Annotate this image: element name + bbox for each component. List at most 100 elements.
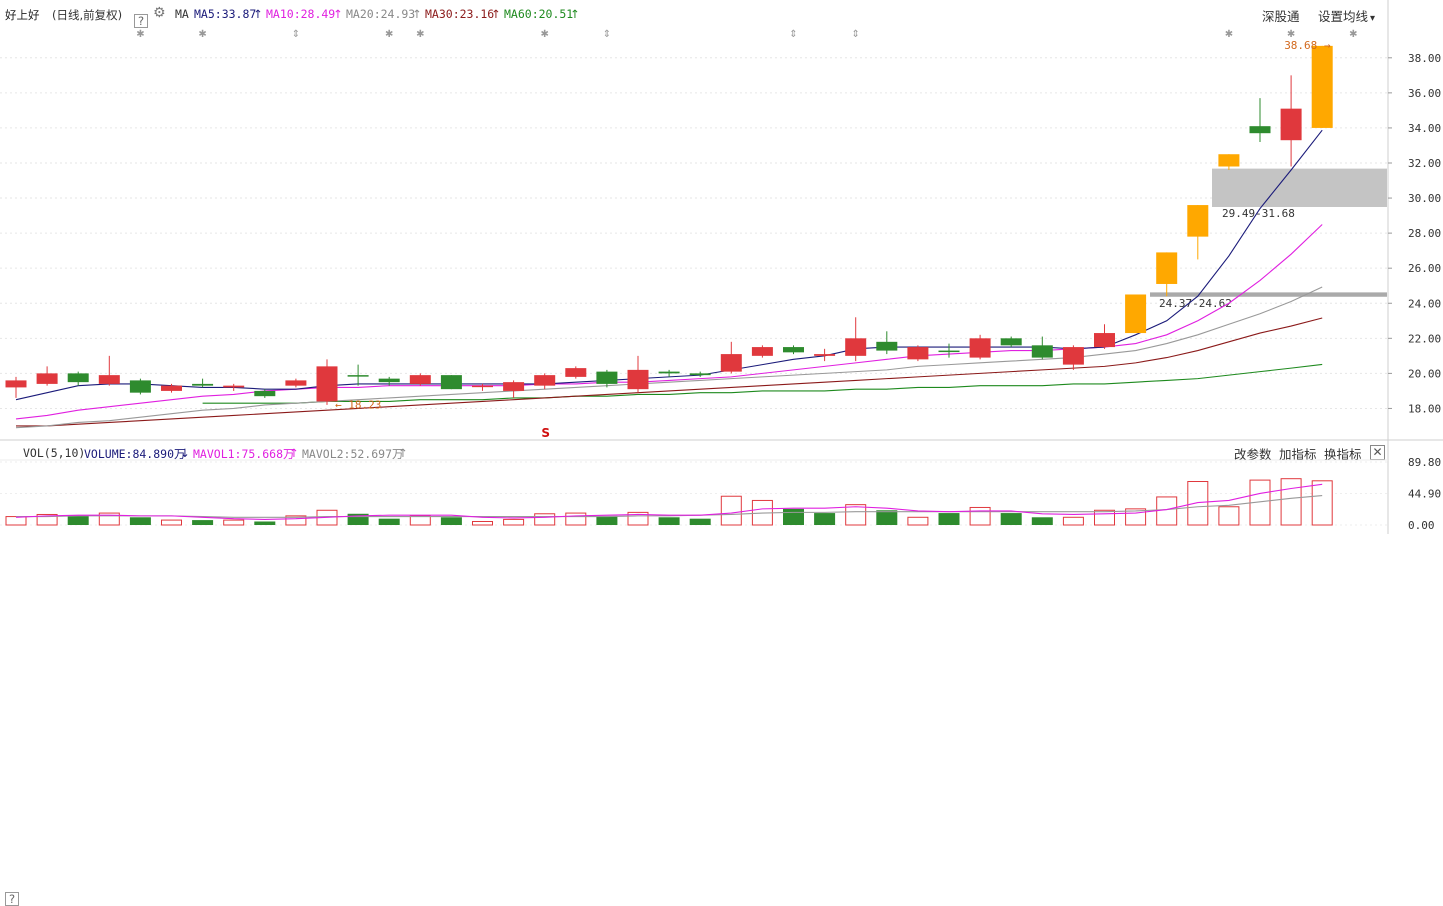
event-marker: ✱ bbox=[136, 29, 144, 40]
volume-bar bbox=[1062, 516, 1084, 526]
volume-bar bbox=[254, 521, 276, 525]
volume-bar bbox=[223, 519, 245, 526]
event-marker: ⇕ bbox=[292, 29, 300, 40]
price-tick-label: 32.00 bbox=[1408, 157, 1441, 170]
candle-body bbox=[409, 375, 431, 384]
volume-bar bbox=[98, 512, 120, 526]
ma10-up-icon: ↑ bbox=[333, 7, 343, 21]
mavol1-up-icon: ↑ bbox=[289, 446, 299, 460]
candle-body bbox=[876, 341, 898, 351]
candle-body bbox=[440, 375, 462, 390]
event-marker: ⇕ bbox=[603, 29, 611, 40]
candle-body bbox=[378, 378, 400, 383]
vol-label: VOL(5,10) bbox=[23, 446, 86, 460]
volume-bar bbox=[938, 513, 960, 525]
volume-bar bbox=[440, 517, 462, 525]
event-marker: ⇕ bbox=[852, 29, 860, 40]
volume-bar bbox=[161, 519, 182, 526]
volume-bar bbox=[814, 513, 836, 525]
support-zone bbox=[1150, 292, 1387, 297]
ma10-line bbox=[15, 224, 1323, 420]
candle-body bbox=[814, 354, 836, 356]
price-legend-bar: 好上好 (日线,前复权) ? ⚙ MA MA5:33.87 ↑ MA10:28.… bbox=[5, 5, 580, 28]
event-marker: ✱ bbox=[1287, 29, 1295, 40]
volume-bar bbox=[689, 518, 711, 525]
candle-body bbox=[254, 390, 276, 397]
chevron-down-icon: ▾ bbox=[1370, 13, 1376, 24]
candle-body bbox=[316, 366, 338, 402]
price-tick-label: 38.00 bbox=[1408, 52, 1441, 65]
swap-indicator-button[interactable]: 换指标 bbox=[1324, 444, 1362, 463]
volume-bar bbox=[1280, 478, 1302, 526]
candle-body bbox=[658, 371, 680, 374]
close-icon[interactable]: ✕ bbox=[1370, 445, 1385, 460]
volume-bar bbox=[503, 518, 525, 526]
candle-body bbox=[472, 385, 493, 388]
volume-bar bbox=[658, 517, 680, 525]
event-marker: ✱ bbox=[416, 29, 424, 40]
chart-stage: 好上好 (日线,前复权) ? ⚙ MA MA5:33.87 ↑ MA10:28.… bbox=[0, 0, 1443, 906]
price-tick-label: 36.00 bbox=[1408, 87, 1441, 100]
volume-bar bbox=[36, 513, 58, 526]
ma10-value: MA10:28.49 bbox=[266, 7, 336, 21]
event-marker: ✱ bbox=[1349, 29, 1357, 40]
s-marker: S bbox=[541, 426, 550, 440]
volume-bar bbox=[1218, 506, 1240, 526]
volume-bar bbox=[783, 508, 804, 525]
ma5-up-icon: ↑ bbox=[253, 7, 263, 21]
volume-bar bbox=[1249, 479, 1271, 526]
high-price-label: 38.68 → bbox=[1284, 39, 1331, 52]
candle-body bbox=[1249, 126, 1271, 134]
volume-bar bbox=[1125, 508, 1147, 526]
zone-upper-label: 29.49-31.68 bbox=[1222, 207, 1295, 220]
mavol2-line bbox=[16, 494, 1323, 518]
volume-bar bbox=[5, 516, 27, 526]
candle-body bbox=[534, 375, 556, 386]
mavol2-value: MAVOL2:52.697万 bbox=[302, 447, 404, 461]
price-tick-label: 20.00 bbox=[1408, 367, 1441, 380]
candle-body bbox=[1187, 205, 1209, 237]
volume-bar bbox=[845, 504, 867, 526]
ma20-line bbox=[15, 286, 1323, 429]
volume-bar bbox=[627, 511, 649, 526]
gear-icon[interactable]: ⚙ bbox=[153, 5, 166, 21]
event-marker: ✱ bbox=[541, 29, 549, 40]
resistance-zone bbox=[1212, 168, 1387, 208]
change-param-button[interactable]: 改参数 bbox=[1234, 444, 1272, 463]
candle-body bbox=[5, 380, 27, 388]
candle-body bbox=[223, 385, 245, 388]
candle-body bbox=[1156, 252, 1178, 284]
candle-body bbox=[751, 347, 773, 356]
volume-tick-label: 89.80 bbox=[1408, 456, 1441, 469]
candle-body bbox=[969, 338, 991, 358]
price-tick-label: 18.00 bbox=[1408, 402, 1441, 415]
ma20-value: MA20:24.93 bbox=[346, 7, 416, 21]
candle-body bbox=[938, 350, 960, 353]
volume-bar bbox=[192, 520, 214, 525]
ma-label: MA bbox=[175, 7, 189, 21]
price-tick-label: 28.00 bbox=[1408, 227, 1441, 240]
volume-bar bbox=[1031, 517, 1053, 525]
event-marker: ✱ bbox=[385, 29, 393, 40]
shen-gu-tong-button[interactable]: 深股通 bbox=[1262, 6, 1300, 25]
price-tick-label: 34.00 bbox=[1408, 122, 1441, 135]
candle-body bbox=[565, 368, 587, 377]
volume-bar bbox=[378, 518, 400, 525]
volume-bar bbox=[565, 512, 587, 526]
volume-down-icon: ↓ bbox=[180, 446, 190, 460]
volume-bar bbox=[316, 509, 338, 526]
volume-bar bbox=[129, 517, 151, 525]
volume-bar bbox=[1311, 480, 1333, 526]
candle-body bbox=[285, 380, 307, 386]
stock-name: 好上好 bbox=[5, 8, 40, 22]
candle-body bbox=[1311, 45, 1333, 128]
volume-value: VOLUME:84.890万 bbox=[84, 447, 186, 461]
candle-body bbox=[67, 373, 89, 383]
add-indicator-button[interactable]: 加指标 bbox=[1279, 444, 1317, 463]
candle-body bbox=[720, 354, 742, 372]
set-ma-button[interactable]: 设置均线 ▾ bbox=[1318, 6, 1375, 25]
volume-bar bbox=[1187, 481, 1209, 526]
candle-body bbox=[161, 385, 182, 391]
zone-lower-label: 24.37-24.62 bbox=[1159, 297, 1232, 310]
candle-body bbox=[1218, 154, 1240, 167]
